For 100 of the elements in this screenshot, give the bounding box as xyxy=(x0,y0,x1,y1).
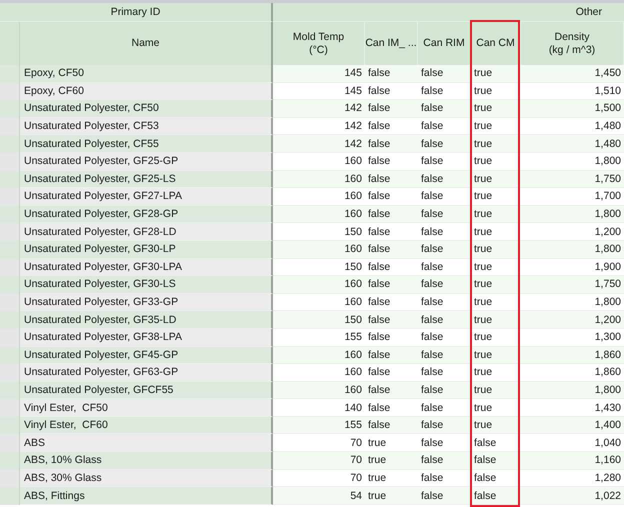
table-cell: Unsaturated Polyester, GF25-LS xyxy=(20,170,273,188)
table-cell: false xyxy=(365,206,418,224)
row-header[interactable] xyxy=(0,206,20,224)
table-cell: 1,900 xyxy=(521,258,624,276)
row-header[interactable] xyxy=(0,328,20,346)
table-cell: false xyxy=(365,82,418,100)
table-cell: Unsaturated Polyester, GF38-LPA xyxy=(20,328,273,346)
table-cell: false xyxy=(365,346,418,364)
table-cell: 1,750 xyxy=(521,276,624,294)
column-header[interactable]: Density (kg / m^3) xyxy=(521,22,624,65)
table-cell: 142 xyxy=(273,100,365,118)
row-header[interactable] xyxy=(0,82,20,100)
table-cell: 1,500 xyxy=(521,100,624,118)
row-header[interactable] xyxy=(0,311,20,329)
row-header[interactable] xyxy=(0,152,20,171)
row-header[interactable] xyxy=(0,100,20,118)
table-cell: false xyxy=(418,188,471,206)
row-header[interactable] xyxy=(0,65,20,83)
row-header[interactable] xyxy=(0,452,20,470)
table-cell: false xyxy=(365,258,418,276)
table-cell: 160 xyxy=(273,206,365,224)
row-header[interactable] xyxy=(0,118,20,136)
table-cell: 1,750 xyxy=(521,170,624,188)
column-header[interactable]: Can RIM xyxy=(418,22,471,65)
table-cell: 1,400 xyxy=(521,416,624,434)
table-cell: 160 xyxy=(273,346,365,364)
table-cell: false xyxy=(365,170,418,188)
table-cell: Vinyl Ester, CF50 xyxy=(20,399,273,417)
table-cell: 70 xyxy=(273,470,365,488)
table-cell: false xyxy=(418,487,471,505)
table-cell: 1,450 xyxy=(521,65,624,83)
table-cell: 150 xyxy=(273,311,365,329)
table-cell: false xyxy=(418,258,471,276)
table-cell: true xyxy=(365,487,418,505)
table-cell: 1,800 xyxy=(521,240,624,259)
table-cell: false xyxy=(418,470,471,488)
table-cell: false xyxy=(418,276,471,294)
table-cell: false xyxy=(418,416,471,434)
table-cell: true xyxy=(471,311,521,329)
table-cell: false xyxy=(418,82,471,100)
column-header[interactable]: Can CM xyxy=(471,22,521,65)
row-header[interactable] xyxy=(0,434,20,452)
table-cell: false xyxy=(365,364,418,382)
table-cell: false xyxy=(418,311,471,329)
table-cell: Unsaturated Polyester, GF28-GP xyxy=(20,206,273,224)
table-cell: Unsaturated Polyester, CF50 xyxy=(20,100,273,118)
table-cell: false xyxy=(418,452,471,470)
table-cell: Unsaturated Polyester, GF28-LD xyxy=(20,223,273,241)
table-cell: true xyxy=(471,65,521,83)
table-cell: false xyxy=(365,100,418,118)
table-cell: 145 xyxy=(273,82,365,100)
table-cell: true xyxy=(471,100,521,118)
group-header: Other xyxy=(273,3,624,22)
row-header[interactable] xyxy=(0,240,20,259)
row-header[interactable] xyxy=(0,416,20,434)
table-cell: false xyxy=(365,416,418,434)
table-cell: true xyxy=(471,135,521,153)
row-header[interactable] xyxy=(0,188,20,206)
row-header[interactable] xyxy=(0,364,20,382)
row-header[interactable] xyxy=(0,258,20,276)
table-cell: false xyxy=(365,294,418,312)
table-cell: 70 xyxy=(273,452,365,470)
table-cell: 160 xyxy=(273,382,365,400)
table-cell: false xyxy=(418,382,471,400)
column-header[interactable]: Name xyxy=(20,22,273,65)
table-cell: 1,480 xyxy=(521,135,624,153)
row-header[interactable] xyxy=(0,470,20,488)
table-cell: 160 xyxy=(273,276,365,294)
row-header[interactable] xyxy=(0,487,20,505)
table-cell: false xyxy=(418,100,471,118)
table-cell: 142 xyxy=(273,135,365,153)
table-cell: false xyxy=(418,364,471,382)
row-header[interactable] xyxy=(0,399,20,417)
table-cell: Unsaturated Polyester, GF45-GP xyxy=(20,346,273,364)
row-header[interactable] xyxy=(0,276,20,294)
table-cell: 1,022 xyxy=(521,487,624,505)
table-cell: false xyxy=(418,170,471,188)
table-cell: Unsaturated Polyester, CF53 xyxy=(20,118,273,136)
table-cell: 150 xyxy=(273,258,365,276)
table-cell: false xyxy=(418,240,471,259)
row-header[interactable] xyxy=(0,294,20,312)
table-cell: true xyxy=(471,276,521,294)
column-header[interactable]: Mold Temp (°C) xyxy=(273,22,365,65)
table-cell: 1,200 xyxy=(521,311,624,329)
table-cell: ABS, 10% Glass xyxy=(20,452,273,470)
table-cell: ABS, 30% Glass xyxy=(20,470,273,488)
table-cell: Unsaturated Polyester, GF33-GP xyxy=(20,294,273,312)
row-header[interactable] xyxy=(0,346,20,364)
table-cell: 1,860 xyxy=(521,346,624,364)
table-cell: Unsaturated Polyester, GFCF55 xyxy=(20,382,273,400)
table-cell: false xyxy=(365,240,418,259)
row-header[interactable] xyxy=(0,135,20,153)
table-cell: Unsaturated Polyester, GF27-LPA xyxy=(20,188,273,206)
table-cell: false xyxy=(365,311,418,329)
column-header[interactable]: Can IM_ ... xyxy=(365,22,418,65)
row-header[interactable] xyxy=(0,382,20,400)
row-header[interactable] xyxy=(0,170,20,188)
table-cell: Unsaturated Polyester, CF55 xyxy=(20,135,273,153)
table-cell: 1,800 xyxy=(521,206,624,224)
row-header[interactable] xyxy=(0,223,20,241)
